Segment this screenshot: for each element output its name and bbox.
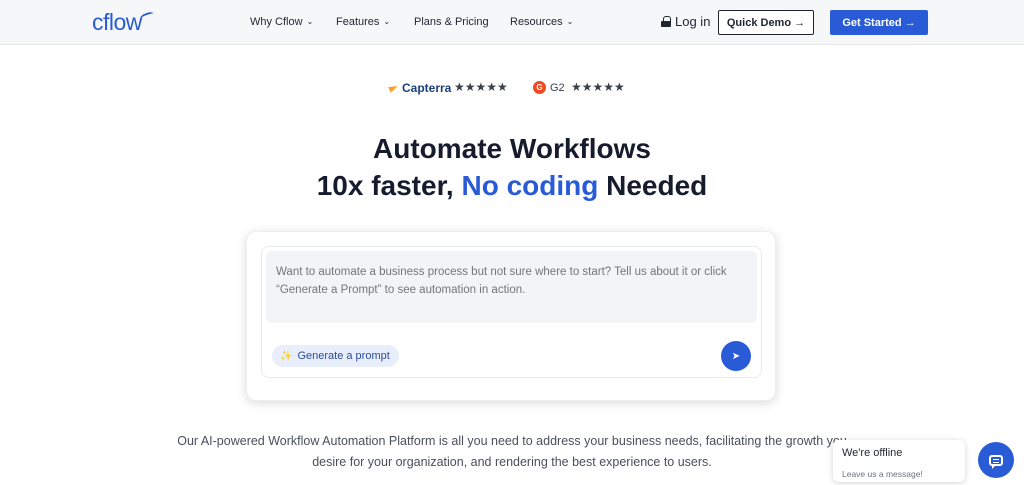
prompt-input[interactable] [266,251,757,323]
hero-highlight: No coding [461,170,599,201]
generate-prompt-button[interactable]: ✨ Generate a prompt [272,345,399,367]
get-started-button[interactable]: Get Started → [830,10,928,35]
g2-stars: ★★★★★ [571,80,625,94]
nav-item-plans-pricing[interactable]: Plans & Pricing [414,16,489,28]
nav-item-why-cflow[interactable]: Why Cflow ⌄ [250,16,313,28]
hero-description: Our AI-powered Workflow Automation Platf… [177,434,847,469]
chat-bubble-icon [989,454,1003,469]
sparkle-icon: ✨ [280,350,293,362]
prompt-box: ✨ Generate a prompt ➤ [261,246,762,378]
prompt-card: ✨ Generate a prompt ➤ [246,231,776,401]
capterra-stars: ★★★★★ [454,80,508,94]
login-label: Log in [675,14,711,29]
nav-item-label: Resources [510,16,563,28]
nav-item-label: Plans & Pricing [414,16,489,28]
capterra-icon [389,83,399,93]
ratings-strip: Capterra ★★★★★ G G2 ★★★★★ [0,80,1024,96]
chevron-down-icon: ⌄ [566,17,574,26]
chat-title: We're offline [842,447,903,459]
g2-label: G2 [550,81,565,94]
logo-text: cflow [92,9,142,35]
chevron-down-icon: ⌄ [306,17,314,26]
chevron-down-icon: ⌄ [383,17,391,26]
hero-title: Automate Workflows 10x faster, No coding… [0,130,1024,204]
nav-item-label: Features [336,16,380,28]
generate-prompt-label: Generate a prompt [297,350,390,362]
hero-line-2: 10x faster, No coding Needed [0,167,1024,204]
send-button[interactable]: ➤ [721,341,751,371]
nav-item-label: Why Cflow [250,16,303,28]
lock-icon [661,16,671,27]
nav-item-resources[interactable]: Resources ⌄ [510,16,573,28]
cflow-logo[interactable]: cflow [92,9,155,36]
login-link[interactable]: Log in [661,14,710,29]
nav-item-features[interactable]: Features ⌄ [336,16,390,28]
top-navbar: cflow Why Cflow ⌄ Features ⌄ Plans & Prici… [0,0,1024,45]
hero-line-1: Automate Workflows [373,133,651,164]
hero-line-2-end: Needed [598,170,708,201]
chat-subtitle: Leave us a message! [842,469,923,479]
chat-offline-popup[interactable]: We're offline Leave us a message! [833,440,965,482]
capterra-badge: Capterra [389,81,451,95]
chat-launcher-button[interactable] [978,442,1014,478]
g2-badge: G G2 [533,81,565,94]
send-icon: ➤ [731,350,741,362]
capterra-label: Capterra [402,81,452,95]
quick-demo-button[interactable]: Quick Demo → [718,10,814,35]
hero-line-2-start: 10x faster, [316,170,462,201]
g2-icon: G [533,81,546,94]
